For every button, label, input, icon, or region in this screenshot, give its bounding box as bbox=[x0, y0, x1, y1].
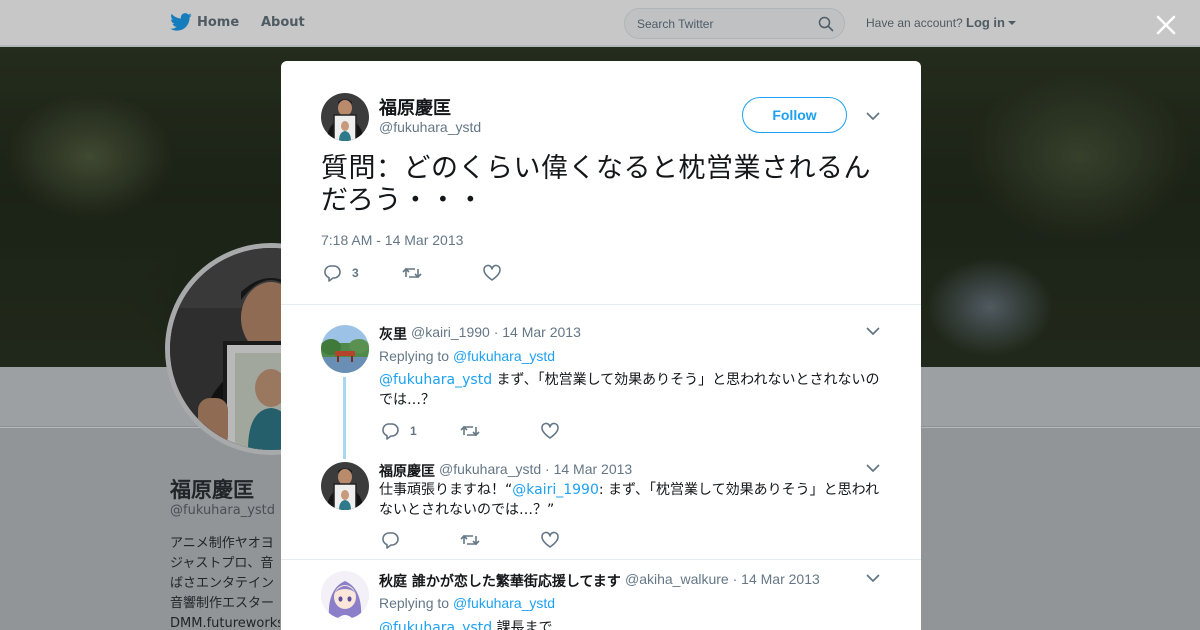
replying-to-label: Replying to bbox=[379, 348, 450, 364]
chevron-down-icon[interactable] bbox=[866, 112, 880, 121]
reply-count: 1 bbox=[410, 424, 417, 438]
reply-meta: @fukuhara_ystd · 14 Mar 2013 bbox=[439, 461, 632, 477]
author-avatar[interactable] bbox=[321, 93, 369, 141]
reply-icon[interactable] bbox=[380, 531, 400, 549]
retweet-icon[interactable] bbox=[402, 264, 422, 282]
reply-author-name[interactable]: 秋庭 誰かが恋した繁華街応援してます bbox=[379, 571, 621, 591]
divider bbox=[281, 559, 921, 560]
reply-count: 3 bbox=[352, 266, 359, 280]
replying-to-link[interactable]: @fukuhara_ystd bbox=[453, 348, 555, 364]
reply-author-handle[interactable]: @kairi_1990 bbox=[411, 324, 490, 340]
mention-link[interactable]: @kairi_1990 bbox=[512, 482, 599, 498]
author-handle[interactable]: @fukuhara_ystd bbox=[379, 119, 481, 135]
replying-to: Replying to @fukuhara_ystd bbox=[379, 595, 555, 611]
reply-avatar-image bbox=[321, 571, 369, 619]
reply-avatar[interactable] bbox=[321, 571, 369, 619]
reply-date[interactable]: · 14 Mar 2013 bbox=[733, 571, 820, 587]
reply-author-handle[interactable]: @akiha_walkure bbox=[625, 571, 729, 587]
like-icon[interactable] bbox=[540, 422, 560, 440]
reply-avatar[interactable] bbox=[321, 325, 369, 373]
replying-to-link[interactable]: @fukuhara_ystd bbox=[453, 595, 555, 611]
reply-meta: @akiha_walkure · 14 Mar 2013 bbox=[625, 571, 820, 587]
retweet-icon[interactable] bbox=[460, 422, 480, 440]
reply-icon[interactable] bbox=[322, 264, 342, 282]
reply-author-name[interactable]: 灰里 bbox=[379, 324, 407, 344]
reply-icon[interactable] bbox=[380, 422, 400, 440]
tweet-text: 質問：どのくらい偉くなると枕営業されるんだろう・・・ bbox=[321, 153, 871, 216]
reply-body-pre: 仕事頑張りますね！“ bbox=[379, 482, 513, 498]
like-icon[interactable] bbox=[540, 531, 560, 549]
reply-avatar-image bbox=[321, 462, 369, 510]
chevron-down-icon[interactable] bbox=[866, 327, 880, 336]
divider bbox=[281, 304, 921, 305]
reply-date[interactable]: · 14 Mar 2013 bbox=[494, 324, 581, 340]
reply-text: @fukuhara_ystd まず、「枕営業して効果ありそう」と思われないとされ… bbox=[379, 370, 887, 410]
reply-text: @fukuhara_ystd 課長まで bbox=[379, 618, 887, 630]
like-icon[interactable] bbox=[482, 264, 502, 282]
author-name[interactable]: 福原慶匡 bbox=[379, 94, 451, 120]
tweet-timestamp[interactable]: 7:18 AM - 14 Mar 2013 bbox=[321, 232, 463, 248]
close-icon[interactable] bbox=[1154, 13, 1178, 37]
reply-meta: @kairi_1990 · 14 Mar 2013 bbox=[411, 324, 581, 340]
mention-link[interactable]: @fukuhara_ystd bbox=[379, 372, 492, 388]
follow-button[interactable]: Follow bbox=[742, 97, 847, 133]
reply-text: 仕事頑張りますね！“@kairi_1990: まず、「枕営業して効果ありそう」と… bbox=[379, 480, 887, 520]
reply-date[interactable]: · 14 Mar 2013 bbox=[545, 461, 632, 477]
replying-to-label: Replying to bbox=[379, 595, 450, 611]
reply-author-handle[interactable]: @fukuhara_ystd bbox=[439, 461, 541, 477]
chevron-down-icon[interactable] bbox=[866, 574, 880, 583]
tweet-modal: 福原慶匡 @fukuhara_ystd Follow 質問：どのくらい偉くなると… bbox=[281, 61, 921, 630]
reply-author-name[interactable]: 福原慶匡 bbox=[379, 461, 435, 481]
chevron-down-icon[interactable] bbox=[866, 464, 880, 473]
thread-line bbox=[343, 377, 346, 459]
replying-to: Replying to @fukuhara_ystd bbox=[379, 348, 555, 364]
author-avatar-image bbox=[321, 93, 369, 141]
reply-avatar-image bbox=[321, 325, 369, 373]
retweet-icon[interactable] bbox=[460, 531, 480, 549]
mention-link[interactable]: @fukuhara_ystd bbox=[379, 620, 492, 630]
reply-avatar[interactable] bbox=[321, 462, 369, 510]
reply-body: 課長まで bbox=[492, 620, 553, 630]
